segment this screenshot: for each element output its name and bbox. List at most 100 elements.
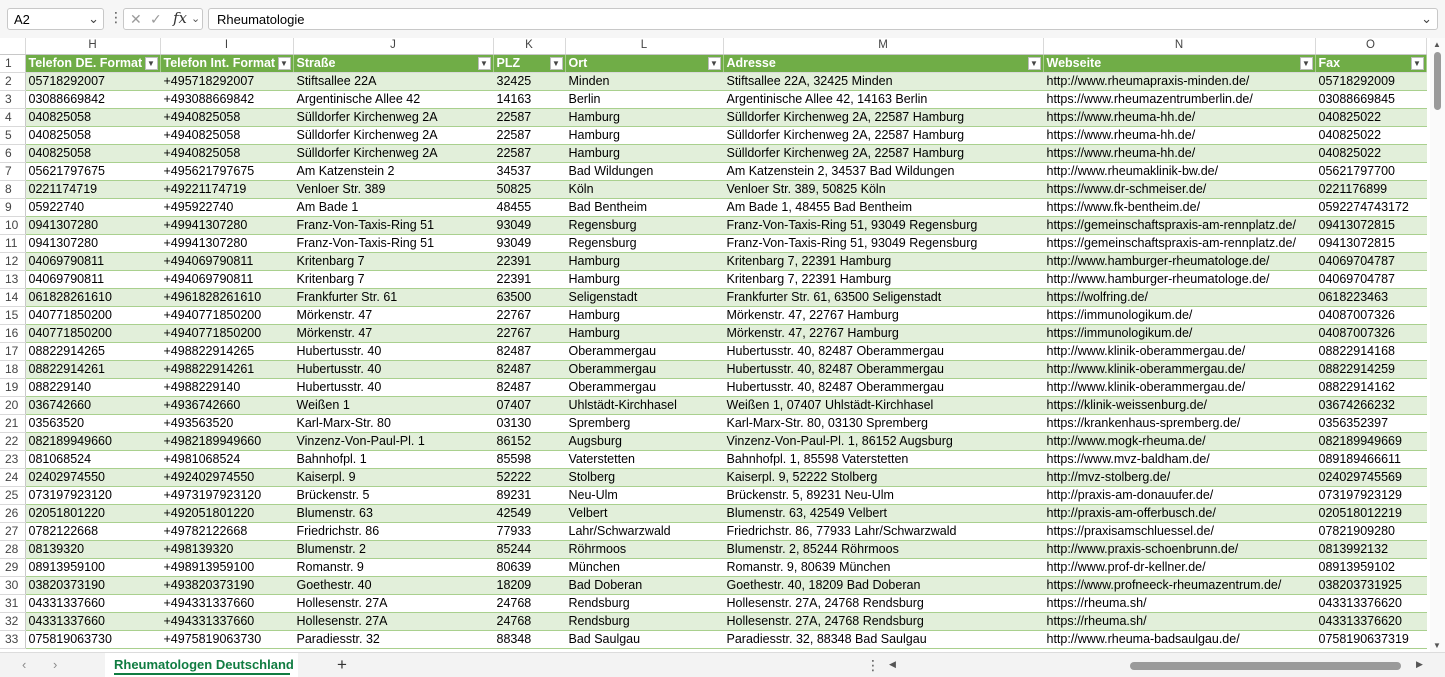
table-cell[interactable]: Goethestr. 40, 18209 Bad Doberan [723,576,1044,595]
table-cell[interactable]: Uhlstädt-Kirchhasel [565,396,724,415]
table-cell[interactable]: 0618223463 [1315,288,1427,307]
table-cell[interactable]: Lahr/Schwarzwald [565,522,724,541]
table-cell[interactable]: Stiftsallee 22A, 32425 Minden [723,72,1044,91]
table-cell[interactable]: 036742660 [25,396,161,415]
table-cell[interactable]: https://www.mvz-baldham.de/ [1043,450,1316,469]
row-number[interactable]: 9 [0,198,26,217]
table-cell[interactable]: Sülldorfer Kirchenweg 2A, 22587 Hamburg [723,126,1044,145]
table-cell[interactable]: +493088669842 [160,90,294,109]
table-cell[interactable]: 08822914168 [1315,342,1427,361]
table-cell[interactable]: 82487 [493,342,566,361]
filter-dropdown-icon[interactable]: ▼ [549,56,563,70]
table-cell[interactable]: 22767 [493,324,566,343]
row-number[interactable]: 28 [0,540,26,559]
table-cell[interactable]: 040825022 [1315,144,1427,163]
table-cell[interactable]: 043313376620 [1315,594,1427,613]
table-cell[interactable]: Venloer Str. 389 [293,180,494,199]
table-cell[interactable]: Bahnhofpl. 1 [293,450,494,469]
row-number[interactable]: 24 [0,468,26,487]
table-cell[interactable]: 22767 [493,306,566,325]
table-cell[interactable]: +494331337660 [160,594,294,613]
table-cell[interactable]: 0941307280 [25,216,161,235]
table-cell[interactable]: Hamburg [565,306,724,325]
table-cell[interactable]: https://immunologikum.de/ [1043,306,1316,325]
table-cell[interactable]: Venloer Str. 389, 50825 Köln [723,180,1044,199]
table-cell[interactable]: Hubertusstr. 40 [293,378,494,397]
row-number[interactable]: 12 [0,252,26,271]
table-cell[interactable]: Franz-Von-Taxis-Ring 51, 93049 Regensbur… [723,234,1044,253]
row-number[interactable]: 1 [0,54,26,73]
table-cell[interactable]: 93049 [493,216,566,235]
table-cell[interactable]: Bad Saulgau [565,630,724,649]
table-cell[interactable]: Regensburg [565,216,724,235]
table-cell[interactable]: 22587 [493,108,566,127]
table-cell[interactable]: Goethestr. 40 [293,576,494,595]
scroll-up-icon[interactable]: ▲ [1433,40,1441,49]
table-cell[interactable]: 18209 [493,576,566,595]
table-cell[interactable]: Hubertusstr. 40, 82487 Oberammergau [723,378,1044,397]
vertical-scroll-thumb[interactable] [1434,52,1441,110]
more-options-icon[interactable]: ⋮ [866,657,880,674]
table-cell[interactable]: Vinzenz-Von-Paul-Pl. 1 [293,432,494,451]
table-header-cell[interactable]: Fax ▼ [1315,54,1427,73]
table-cell[interactable]: Argentinische Allee 42 [293,90,494,109]
table-cell[interactable]: +493563520 [160,414,294,433]
table-header-cell[interactable]: Webseite ▼ [1043,54,1316,73]
row-number[interactable]: 8 [0,180,26,199]
table-cell[interactable]: 77933 [493,522,566,541]
table-cell[interactable]: 05718292009 [1315,72,1427,91]
table-cell[interactable]: +4981068524 [160,450,294,469]
table-cell[interactable]: 075819063730 [25,630,161,649]
table-cell[interactable]: +49221174719 [160,180,294,199]
table-cell[interactable]: Hubertusstr. 40, 82487 Oberammergau [723,342,1044,361]
table-cell[interactable]: https://praxisamschluessel.de/ [1043,522,1316,541]
table-cell[interactable]: Minden [565,72,724,91]
column-header-j[interactable]: J [293,38,494,55]
table-cell[interactable]: 089189466611 [1315,450,1427,469]
table-cell[interactable]: Röhrmoos [565,540,724,559]
table-cell[interactable]: 073197923129 [1315,486,1427,505]
table-cell[interactable]: 02402974550 [25,468,161,487]
scroll-down-icon[interactable]: ▼ [1433,641,1441,650]
table-cell[interactable]: 0356352397 [1315,414,1427,433]
table-cell[interactable]: 08822914259 [1315,360,1427,379]
table-cell[interactable]: Bad Wildungen [565,162,724,181]
table-cell[interactable]: +4982189949660 [160,432,294,451]
table-cell[interactable]: Weißen 1, 07407 Uhlstädt-Kirchhasel [723,396,1044,415]
table-cell[interactable]: Hamburg [565,144,724,163]
row-number[interactable]: 2 [0,72,26,91]
table-cell[interactable]: +492051801220 [160,504,294,523]
table-cell[interactable]: 52222 [493,468,566,487]
table-cell[interactable]: 14163 [493,90,566,109]
table-cell[interactable]: 03563520 [25,414,161,433]
column-header-n[interactable]: N [1043,38,1316,55]
table-cell[interactable]: 02051801220 [25,504,161,523]
row-number[interactable]: 33 [0,630,26,649]
table-cell[interactable]: https://www.dr-schmeiser.de/ [1043,180,1316,199]
row-number[interactable]: 21 [0,414,26,433]
table-cell[interactable]: 22391 [493,252,566,271]
insert-function-icon[interactable]: fx [173,9,187,27]
row-number[interactable]: 16 [0,324,26,343]
table-cell[interactable]: Bahnhofpl. 1, 85598 Vaterstetten [723,450,1044,469]
table-cell[interactable]: 081068524 [25,450,161,469]
table-cell[interactable]: https://gemeinschaftspraxis-am-rennplatz… [1043,216,1316,235]
table-cell[interactable]: 82487 [493,378,566,397]
row-number[interactable]: 5 [0,126,26,145]
table-cell[interactable]: 85598 [493,450,566,469]
table-cell[interactable]: Brückenstr. 5, 89231 Neu-Ulm [723,486,1044,505]
table-cell[interactable]: http://www.klinik-oberammergau.de/ [1043,378,1316,397]
table-cell[interactable]: http://www.klinik-oberammergau.de/ [1043,342,1316,361]
table-cell[interactable]: https://www.rheuma-hh.de/ [1043,126,1316,145]
table-cell[interactable]: https://klinik-weissenburg.de/ [1043,396,1316,415]
sheet-tab-active[interactable]: Rheumatologen Deutschland [105,653,298,677]
row-number[interactable]: 10 [0,216,26,235]
table-cell[interactable]: Blumenstr. 63, 42549 Velbert [723,504,1044,523]
table-cell[interactable]: Kaiserpl. 9 [293,468,494,487]
table-header-cell[interactable]: PLZ ▼ [493,54,566,73]
table-cell[interactable]: 040825022 [1315,108,1427,127]
table-cell[interactable]: 08822914261 [25,360,161,379]
scroll-left-icon[interactable]: ◀ [889,659,896,670]
table-cell[interactable]: http://mvz-stolberg.de/ [1043,468,1316,487]
table-cell[interactable]: Hamburg [565,126,724,145]
